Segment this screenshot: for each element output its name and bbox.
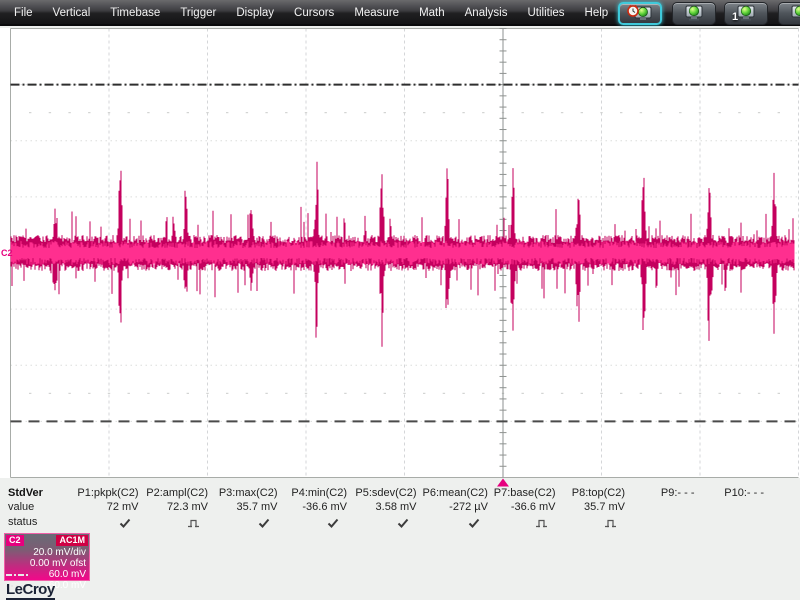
menu-trigger[interactable]: Trigger xyxy=(170,0,226,26)
measure-value: -36.6 mV xyxy=(284,501,348,516)
measure-value: 72.3 mV xyxy=(145,501,209,516)
status-pulse-icon xyxy=(187,519,200,528)
channel-scale-offset: 20.0 mV/div 0.00 mV ofst xyxy=(30,547,86,569)
volts-per-div: 20.0 mV/div xyxy=(30,547,86,558)
measure-col-P5[interactable]: P5:sdev(C2)3.58 mV xyxy=(353,487,423,532)
menu-measure[interactable]: Measure xyxy=(344,0,409,26)
menu-timebase[interactable]: Timebase xyxy=(100,0,170,26)
button-number-label: 1 xyxy=(732,11,738,23)
measure-value: 72 mV xyxy=(75,501,139,516)
measure-label: P6:mean(C2) xyxy=(423,487,488,501)
measure-label: P1:pkpk(C2) xyxy=(75,487,139,501)
display-1-toolbar-button[interactable]: 1 xyxy=(724,2,768,25)
measure-label: P4:min(C2) xyxy=(284,487,348,501)
measure-status xyxy=(423,516,488,530)
c2-waveform-plot: C2 xyxy=(0,28,800,488)
status-ok-check-icon xyxy=(258,518,270,528)
monitor-green-icon xyxy=(683,4,705,23)
alarm-clock-monitor-icon xyxy=(627,4,653,23)
measure-status xyxy=(145,516,209,530)
lecroy-logo: LeCroy xyxy=(6,581,55,600)
channel-badge: C2 xyxy=(6,535,24,546)
measure-col-P2[interactable]: P2:ampl(C2)72.3 mV xyxy=(145,487,215,532)
status-ok-check-icon xyxy=(119,518,131,528)
status-ok-check-icon xyxy=(327,518,339,528)
measure-label: P7:base(C2) xyxy=(492,487,556,501)
measure-label: P8:top(C2) xyxy=(562,487,626,501)
measure-value: 3.58 mV xyxy=(353,501,417,516)
measure-value xyxy=(631,501,695,516)
measure-value xyxy=(701,501,765,516)
history-clock-toolbar-button[interactable] xyxy=(618,2,662,25)
measurement-table: StdVer value status P1:pkpk(C2)72 mVP2:a… xyxy=(8,487,798,532)
measure-status xyxy=(631,516,695,530)
monitor-green-1-icon xyxy=(735,4,757,23)
measure-label: P3:max(C2) xyxy=(214,487,278,501)
menu-items: FileVerticalTimebaseTriggerDisplayCursor… xyxy=(4,0,618,26)
menu-cursors[interactable]: Cursors xyxy=(284,0,344,26)
oscilloscope-screen: FileVerticalTimebaseTriggerDisplayCursor… xyxy=(0,0,800,600)
status-row-label: status xyxy=(8,516,69,530)
upper-level-value: 60.0 mV xyxy=(49,569,86,580)
menu-file[interactable]: File xyxy=(4,0,43,26)
measure-status xyxy=(701,516,765,530)
measure-label: P5:sdev(C2) xyxy=(353,487,417,501)
measure-label: P9:- - - xyxy=(631,487,695,501)
measure-value: 35.7 mV xyxy=(214,501,278,516)
measure-col-P6[interactable]: P6:mean(C2)-272 µV xyxy=(423,487,493,532)
menu-vertical[interactable]: Vertical xyxy=(43,0,101,26)
measure-col-P9[interactable]: P9:- - - xyxy=(631,487,701,532)
upper-level-row: 60.0 mV xyxy=(6,569,86,580)
measure-status xyxy=(353,516,417,530)
measure-col-P10[interactable]: P10:- - - xyxy=(701,487,771,532)
value-row-label: value xyxy=(8,501,69,516)
measure-mode-label: StdVer xyxy=(8,487,69,501)
measure-value: 35.7 mV xyxy=(562,501,626,516)
monitor-green-icon xyxy=(789,4,800,23)
menu-analysis[interactable]: Analysis xyxy=(455,0,518,26)
measure-col-P8[interactable]: P8:top(C2)35.7 mV xyxy=(562,487,632,532)
dashdot-line-style-icon xyxy=(6,574,28,576)
c2-left-edge-marker: C2 xyxy=(1,248,13,258)
trigger-position-marker[interactable] xyxy=(497,479,509,487)
status-pulse-icon xyxy=(604,519,617,528)
measure-label: P2:ampl(C2) xyxy=(145,487,209,501)
measure-status xyxy=(75,516,139,530)
coupling-badge: AC1M xyxy=(56,535,88,546)
measure-status xyxy=(562,516,626,530)
measure-row-labels: StdVer value status xyxy=(8,487,75,532)
measure-value: -36.6 mV xyxy=(492,501,556,516)
measure-status xyxy=(214,516,278,530)
measure-status xyxy=(492,516,556,530)
menu-display[interactable]: Display xyxy=(226,0,284,26)
menu-help[interactable]: Help xyxy=(575,0,619,26)
status-ok-check-icon xyxy=(468,518,480,528)
measure-value: -272 µV xyxy=(423,501,488,516)
edge-partial-toolbar-button[interactable] xyxy=(778,2,800,25)
menu-utilities[interactable]: Utilities xyxy=(517,0,574,26)
measure-col-P1[interactable]: P1:pkpk(C2)72 mV xyxy=(75,487,145,532)
measure-label: P10:- - - xyxy=(701,487,765,501)
measure-col-P4[interactable]: P4:min(C2)-36.6 mV xyxy=(284,487,354,532)
status-pulse-icon xyxy=(535,519,548,528)
menu-bar: FileVerticalTimebaseTriggerDisplayCursor… xyxy=(0,0,800,26)
channel-c2-descriptor-box[interactable]: C2 AC1M 20.0 mV/div 0.00 mV ofst 60.0 mV… xyxy=(4,533,90,581)
status-ok-check-icon xyxy=(397,518,409,528)
measure-col-P7[interactable]: P7:base(C2)-36.6 mV xyxy=(492,487,562,532)
display-toolbar-button[interactable] xyxy=(672,2,716,25)
menu-math[interactable]: Math xyxy=(409,0,455,26)
waveform-grid-area[interactable]: C2 xyxy=(0,28,800,488)
offset-value: 0.00 mV ofst xyxy=(30,558,86,569)
measure-status xyxy=(284,516,348,530)
measure-col-P3[interactable]: P3:max(C2)35.7 mV xyxy=(214,487,284,532)
